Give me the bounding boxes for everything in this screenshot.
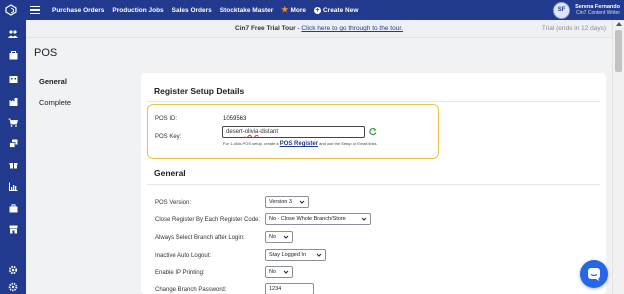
- nav-sales-orders[interactable]: Sales Orders: [172, 7, 212, 14]
- top-navigation-bar: Purchase Orders Production Jobs Sales Or…: [0, 0, 624, 20]
- cart-icon[interactable]: [8, 117, 18, 127]
- users-icon[interactable]: [8, 29, 18, 39]
- inventory-icon[interactable]: [8, 50, 18, 60]
- pos-key-field[interactable]: desert-olivia-distant: [222, 126, 365, 138]
- chevron-down-icon: [361, 217, 367, 221]
- trial-tour-title: Cin7 Free Trial Tour: [235, 25, 296, 32]
- pos-key-suffix: -distant: [258, 129, 279, 135]
- inactive-auto-logout-value: Stay Logged In: [269, 252, 307, 258]
- trial-banner: Cin7 Free Trial Tour - Click here to go …: [26, 20, 612, 38]
- nav-purchase-orders[interactable]: Purchase Orders: [52, 7, 104, 14]
- nav-create-new[interactable]: + Create New: [313, 6, 359, 14]
- pos-id-label: POS ID:: [155, 116, 178, 122]
- always-select-branch-select[interactable]: No: [265, 231, 293, 243]
- pos-key-prefix: desert-: [226, 129, 245, 135]
- inactive-auto-logout-select[interactable]: Stay Logged In: [265, 249, 326, 261]
- step-general[interactable]: General: [39, 77, 67, 86]
- gear-icon[interactable]: [8, 282, 18, 292]
- close-register-select[interactable]: No - Close Whole Branch/Store: [265, 213, 371, 225]
- always-select-branch-label: Always Select Branch after Login:: [155, 235, 245, 241]
- chevron-down-icon: [299, 200, 305, 204]
- page-title: POS: [34, 47, 58, 59]
- change-branch-password-field[interactable]: 1234: [265, 283, 314, 294]
- trial-status: Trial (ends in 12 days): [541, 25, 606, 32]
- user-menu[interactable]: SF Serena Fernando Cin7 Content Writer: [553, 0, 620, 20]
- enable-ip-printing-label: Enable IP Printing:: [155, 270, 205, 276]
- pos-version-select[interactable]: Version 3: [265, 196, 309, 208]
- tour-link[interactable]: Click here to go through to the tour.: [301, 25, 403, 32]
- scroll-up-arrow-icon[interactable]: [616, 22, 622, 26]
- avatar: SF: [553, 1, 571, 19]
- chat-icon: [588, 268, 600, 281]
- always-select-branch-value: No: [269, 234, 277, 240]
- plus-icon: +: [313, 6, 321, 14]
- pos-key-label: POS Key:: [155, 134, 182, 140]
- step-complete[interactable]: Complete: [39, 98, 71, 107]
- chart-icon[interactable]: [8, 181, 18, 191]
- sidebar: [0, 20, 26, 294]
- enable-ip-printing-value: No: [269, 269, 277, 275]
- register-setup-title: Register Setup Details: [154, 86, 245, 96]
- chat-button[interactable]: [580, 260, 608, 288]
- store-icon[interactable]: [8, 224, 18, 234]
- cin7-logo[interactable]: [0, 0, 22, 20]
- scrollbar[interactable]: [612, 20, 624, 294]
- divider: [147, 101, 600, 102]
- setup-hint-prefix: For 1-click POS setup, create a: [223, 141, 280, 146]
- pos-version-label: POS Version:: [155, 200, 192, 206]
- scroll-thumb[interactable]: [615, 30, 622, 72]
- pos-setup-card: Register Setup Details POS ID: 1059563 P…: [141, 73, 606, 294]
- chevron-down-icon: [283, 270, 289, 274]
- nav-stocktake-master[interactable]: Stocktake Master: [220, 7, 273, 14]
- inactive-auto-logout-label: Inactive Auto Logout:: [155, 253, 212, 259]
- setup-hint: For 1-click POS setup, create a POS Regi…: [223, 141, 378, 147]
- factory-icon[interactable]: [8, 96, 18, 106]
- layers-icon[interactable]: [8, 138, 18, 148]
- pos-key-middle: olivia: [244, 129, 259, 135]
- nav-more[interactable]: ★ More: [281, 6, 306, 14]
- close-register-value: No - Close Whole Branch/Store: [269, 216, 346, 222]
- change-branch-password-label: Change Branch Password:: [155, 287, 227, 293]
- setup-hint-suffix: and use the Setup or Email links.: [318, 141, 378, 146]
- divider: [147, 184, 600, 185]
- pos-id-value: 1059563: [223, 116, 247, 122]
- close-register-label: Close Register By Each Register Code:: [155, 217, 261, 223]
- nav-more-label: More: [290, 6, 306, 14]
- chevron-down-icon: [283, 235, 289, 239]
- nav-create-new-label: Create New: [322, 6, 359, 14]
- pos-register-link[interactable]: POS Register: [280, 141, 318, 147]
- briefcase-icon[interactable]: [8, 203, 18, 213]
- building-icon[interactable]: [8, 73, 18, 83]
- refresh-icon[interactable]: [369, 127, 377, 136]
- gift-icon[interactable]: [8, 159, 18, 169]
- menu-icon[interactable]: [30, 0, 46, 20]
- star-icon: ★: [281, 5, 289, 14]
- user-role: Cin7 Content Writer: [576, 10, 620, 16]
- enable-ip-printing-select[interactable]: No: [265, 266, 293, 278]
- nav-production-jobs[interactable]: Production Jobs: [112, 7, 163, 14]
- general-title: General: [154, 168, 186, 178]
- pos-version-value: Version 3: [269, 199, 292, 205]
- chevron-down-icon: [316, 253, 322, 257]
- settings-icon[interactable]: [8, 265, 18, 275]
